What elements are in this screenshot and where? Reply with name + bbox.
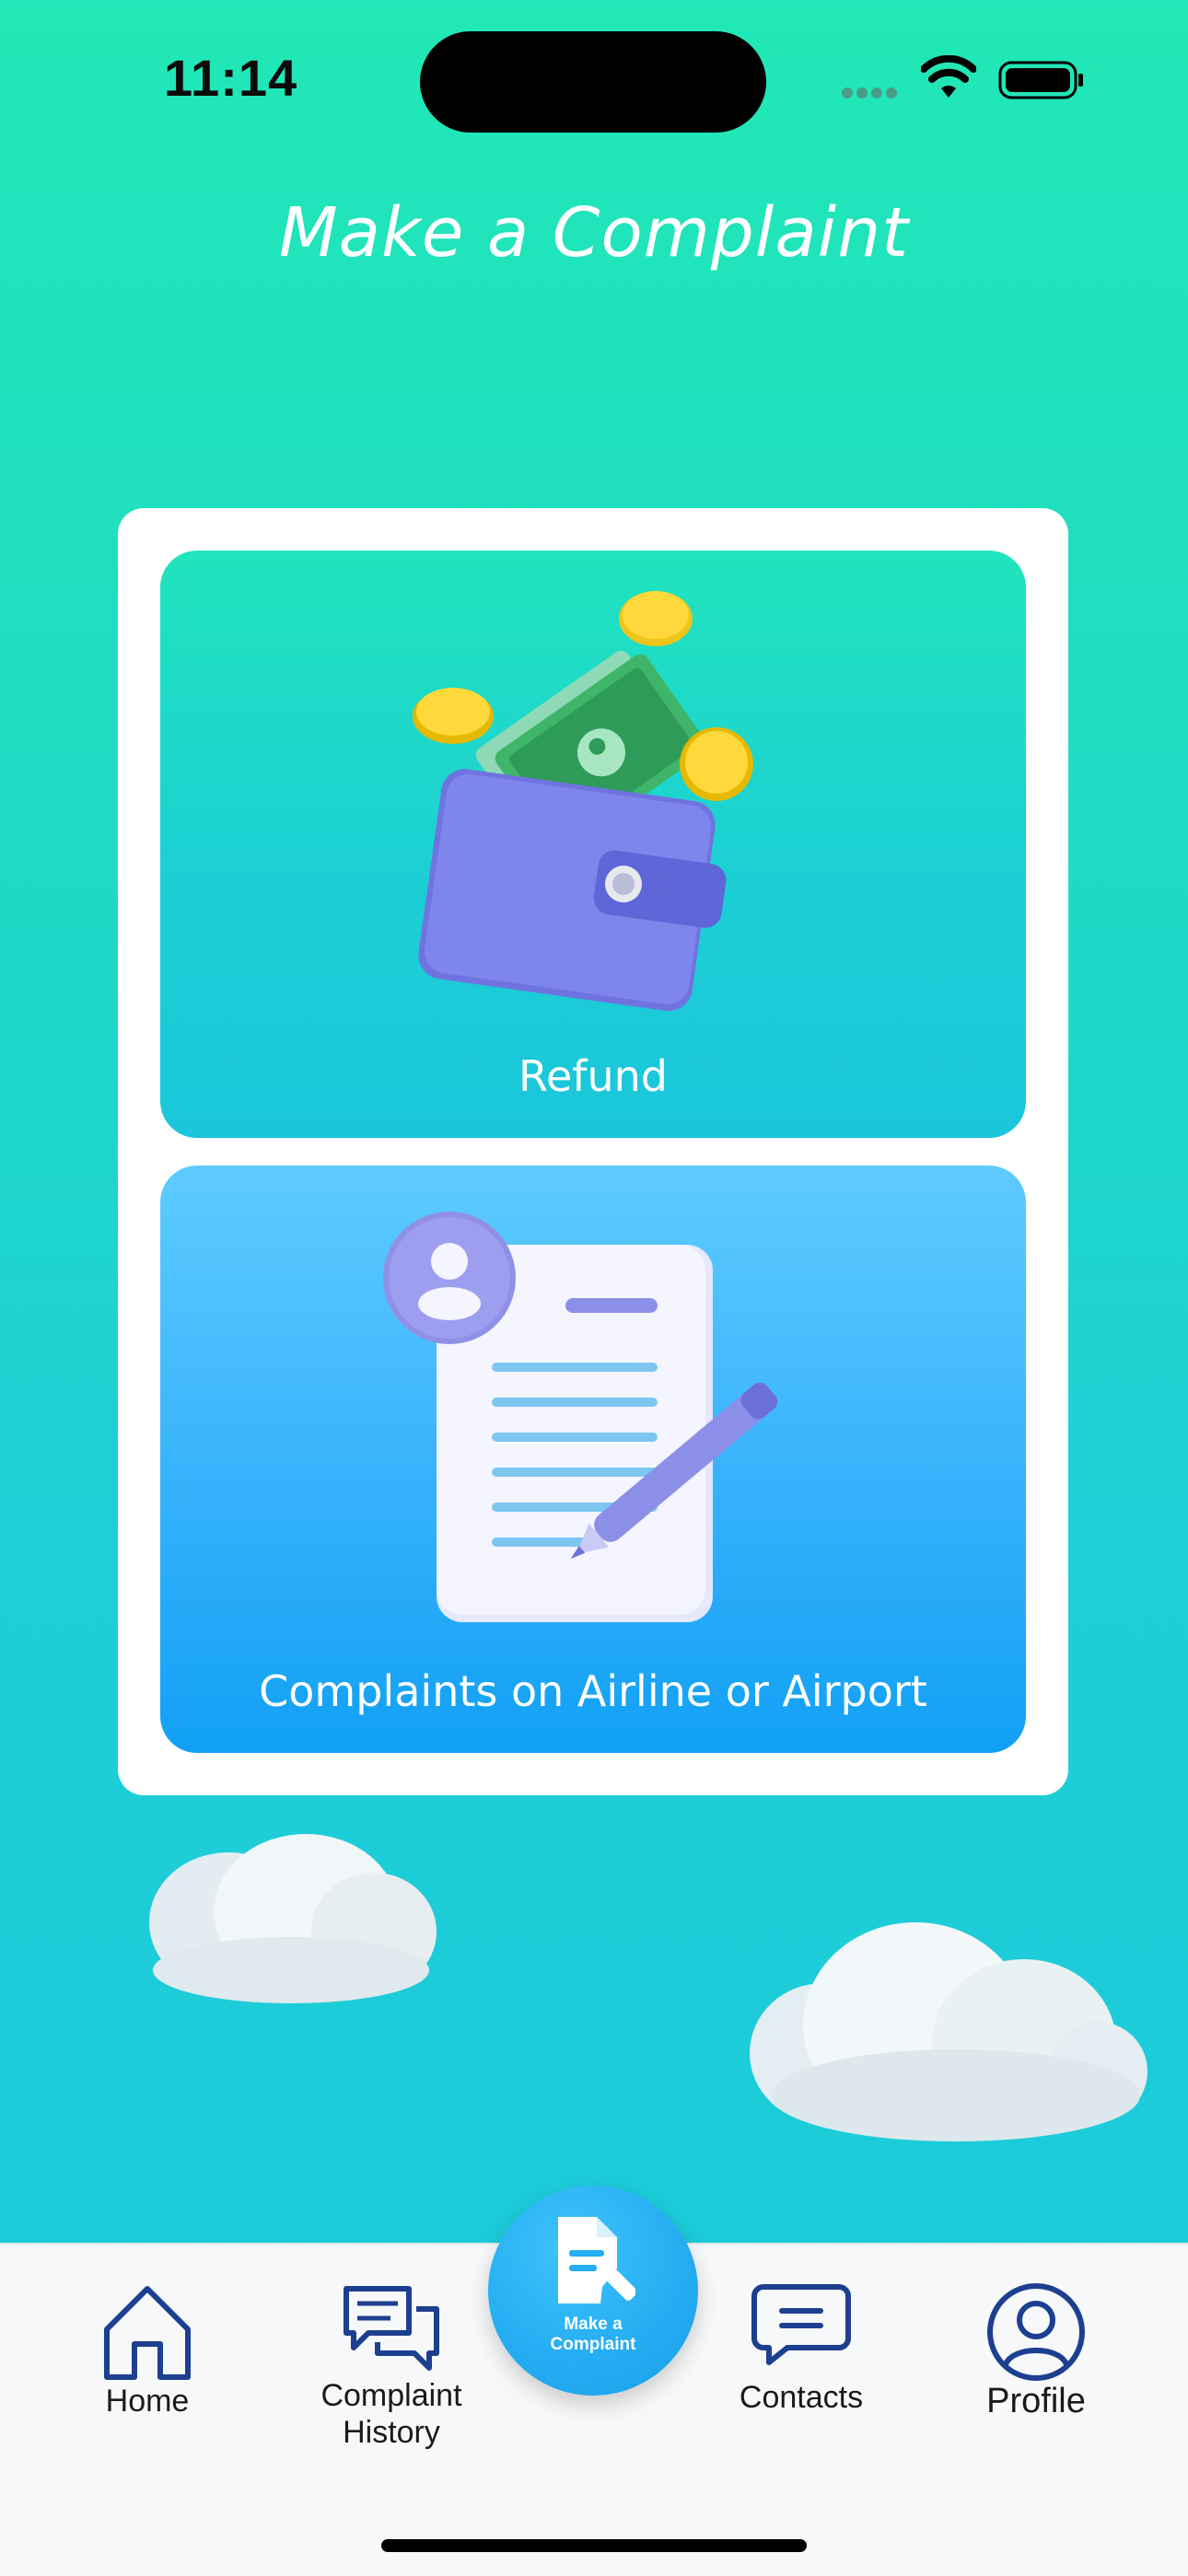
- document-edit-icon: [558, 2217, 635, 2303]
- options-card: Refund Complaints on Airline or Airport: [118, 508, 1068, 1795]
- tab-home[interactable]: Home: [74, 2281, 221, 2419]
- refund-label: Refund: [518, 1051, 668, 1101]
- status-bar: 11:14: [0, 0, 1188, 138]
- tab-contacts-label: Contacts: [739, 2380, 864, 2415]
- status-time: 11:14: [164, 49, 298, 107]
- cloud-icon: [750, 1922, 1147, 2141]
- page-title: Make a Complaint: [278, 193, 910, 273]
- airline-airport-complaint-button[interactable]: Complaints on Airline or Airport: [160, 1166, 1026, 1753]
- cloud-icon: [149, 1834, 437, 2003]
- tab-profile[interactable]: Profile: [958, 2281, 1114, 2419]
- chat-history-icon: [344, 2286, 439, 2371]
- document-pen-icon: [383, 1212, 778, 1622]
- tab-contacts[interactable]: Contacts: [718, 2281, 884, 2416]
- message-icon: [751, 2284, 851, 2365]
- make-complaint-fab-label: Make a Complaint: [488, 2315, 698, 2355]
- home-icon: [104, 2286, 191, 2380]
- complaints-label: Complaints on Airline or Airport: [259, 1666, 927, 1716]
- battery-icon: [998, 61, 1083, 99]
- tab-home-label: Home: [105, 2384, 190, 2419]
- tab-profile-label: Profile: [986, 2382, 1086, 2420]
- fab-label-line-1: Make a: [564, 2315, 623, 2334]
- tab-history-label-1: Complaint: [320, 2378, 462, 2413]
- cellular-signal-icon: [842, 87, 906, 99]
- fab-label-line-2: Complaint: [550, 2335, 636, 2354]
- home-indicator: [381, 2539, 807, 2552]
- profile-icon: [987, 2283, 1085, 2381]
- refund-option-button[interactable]: Refund: [160, 551, 1026, 1138]
- wallet-cash-icon: [413, 591, 753, 1012]
- tab-complaint-history[interactable]: Complaint History: [295, 2281, 488, 2451]
- tab-history-label-2: History: [343, 2415, 440, 2450]
- wifi-icon: [921, 55, 976, 98]
- make-complaint-fab[interactable]: Make a Complaint: [488, 2186, 698, 2396]
- dynamic-island: [420, 31, 766, 133]
